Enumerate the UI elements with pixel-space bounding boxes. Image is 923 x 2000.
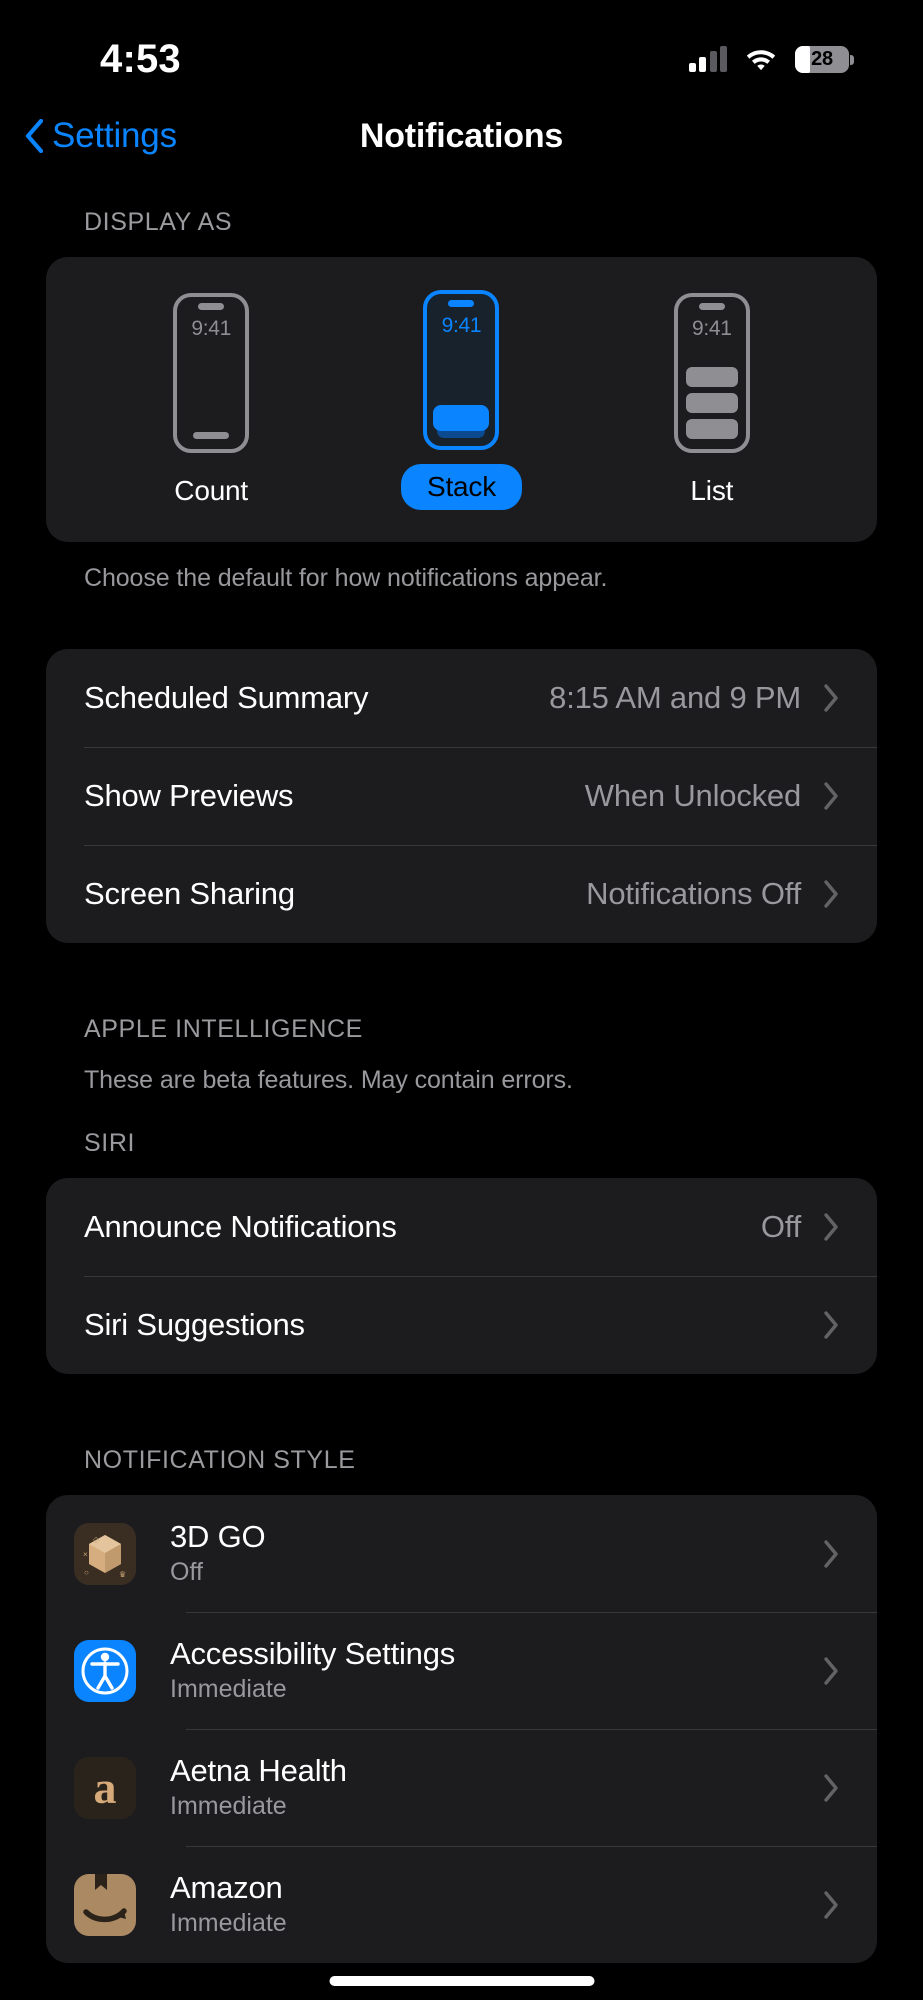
app-name-amazon: Amazon [170, 1870, 283, 1906]
count-phone-icon: 9:41 [173, 292, 250, 453]
home-indicator[interactable] [329, 1976, 594, 1986]
display-option-stack[interactable]: 9:41 Stack [386, 289, 536, 510]
cellular-signal-icon [688, 46, 727, 72]
chevron-right-icon [824, 1311, 838, 1339]
notification-style-card: ◇ × ○ ♛ 3D GO Off Accessibility Settings… [46, 1495, 877, 1963]
row-announce-notifications-label: Announce Notifications [84, 1209, 397, 1244]
app-name-3d-go: 3D GO [170, 1519, 266, 1555]
chevron-right-icon [824, 782, 838, 810]
row-announce-notifications-value: Off [760, 1209, 801, 1244]
app-status-aetna-health: Immediate [170, 1792, 287, 1821]
row-screen-sharing-label: Screen Sharing [84, 876, 295, 911]
row-scheduled-summary-label: Scheduled Summary [84, 680, 369, 715]
display-option-count-label: Count [174, 474, 249, 506]
app-name-aetna-health: Aetna Health [170, 1753, 347, 1789]
display-option-stack-label: Stack [400, 463, 522, 510]
app-status-accessibility-settings: Immediate [170, 1675, 287, 1704]
row-screen-sharing-value: Notifications Off [586, 876, 801, 911]
navigation-bar: Settings Notifications [0, 100, 923, 172]
row-announce-notifications[interactable]: Announce Notifications Off [46, 1178, 877, 1276]
aetna-health-app-icon: a [74, 1756, 136, 1819]
wifi-icon [746, 50, 776, 71]
apple-intelligence-section-header: APPLE INTELLIGENCE [84, 1015, 363, 1043]
row-scheduled-summary[interactable]: Scheduled Summary 8:15 AM and 9 PM [46, 649, 877, 747]
chevron-right-icon [824, 684, 838, 712]
stack-phone-icon: 9:41 [423, 289, 500, 450]
chevron-right-icon [824, 1213, 838, 1241]
status-bar-time: 4:53 [100, 37, 181, 81]
siri-section-header: SIRI [84, 1129, 136, 1157]
chevron-right-icon [824, 1656, 838, 1685]
chevron-right-icon [824, 1890, 838, 1919]
row-show-previews-value: When Unlocked [584, 778, 801, 813]
display-option-count[interactable]: 9:41 Count [136, 292, 286, 507]
apple-intelligence-section-footer: These are beta features. May contain err… [84, 1066, 573, 1094]
list-phone-time: 9:41 [691, 316, 732, 340]
app-text-3d-go: 3D GO Off [170, 1520, 823, 1587]
list-phone-icon: 9:41 [673, 292, 750, 453]
app-row-accessibility-settings[interactable]: Accessibility Settings Immediate [46, 1612, 877, 1729]
svg-text:×: × [83, 1550, 88, 1559]
settings-content: DISPLAY AS 9:41 Count 9:41 Stack 9:41 Li… [0, 172, 923, 2000]
amazon-app-icon [74, 1873, 136, 1936]
count-phone-time: 9:41 [191, 316, 231, 340]
app-status-3d-go: Off [170, 1558, 203, 1587]
display-as-section-header: DISPLAY AS [84, 208, 233, 236]
chevron-right-icon [824, 1539, 838, 1568]
siri-card: Announce Notifications Off Siri Suggesti… [46, 1178, 877, 1374]
row-show-previews[interactable]: Show Previews When Unlocked [46, 747, 877, 845]
notification-settings-card: Scheduled Summary 8:15 AM and 9 PM Show … [46, 649, 877, 943]
app-text-accessibility-settings: Accessibility Settings Immediate [170, 1637, 823, 1704]
row-siri-suggestions-label: Siri Suggestions [84, 1307, 305, 1342]
display-option-list-label: List [690, 474, 734, 506]
3d-go-app-icon: ◇ × ○ ♛ [74, 1522, 136, 1585]
app-text-aetna-health: Aetna Health Immediate [170, 1754, 823, 1821]
app-status-amazon: Immediate [170, 1909, 287, 1938]
stack-phone-time: 9:41 [441, 313, 482, 337]
status-bar-indicators: 28 [688, 45, 872, 73]
accessibility-app-icon [74, 1639, 136, 1702]
row-scheduled-summary-value: 8:15 AM and 9 PM [549, 680, 801, 715]
aetna-glyph: a [93, 1761, 117, 1813]
battery-percent-label: 28 [811, 47, 833, 70]
row-show-previews-label: Show Previews [84, 778, 294, 813]
chevron-right-icon [824, 880, 838, 908]
row-siri-suggestions[interactable]: Siri Suggestions [46, 1276, 877, 1374]
app-text-amazon: Amazon Immediate [170, 1871, 823, 1938]
display-as-section-footer: Choose the default for how notifications… [84, 564, 608, 592]
notification-style-section-header: NOTIFICATION STYLE [84, 1446, 356, 1474]
battery-icon: 28 [795, 45, 854, 73]
display-as-card: 9:41 Count 9:41 Stack 9:41 List [46, 257, 877, 542]
display-option-list[interactable]: 9:41 List [637, 292, 787, 507]
app-row-amazon[interactable]: Amazon Immediate [46, 1846, 877, 1963]
svg-text:♛: ♛ [119, 1570, 126, 1579]
svg-text:○: ○ [84, 1568, 89, 1577]
app-row-aetna-health[interactable]: a Aetna Health Immediate [46, 1729, 877, 1846]
iphone-screen: 4:53 28 Settings Notifications DISPLAY A… [0, 0, 923, 2000]
chevron-right-icon [824, 1773, 838, 1802]
svg-text:◇: ◇ [93, 1535, 100, 1544]
app-row-3d-go[interactable]: ◇ × ○ ♛ 3D GO Off [46, 1495, 877, 1612]
row-screen-sharing[interactable]: Screen Sharing Notifications Off [46, 845, 877, 943]
app-name-accessibility-settings: Accessibility Settings [170, 1636, 456, 1672]
status-bar: 4:53 28 [0, 0, 923, 100]
page-title: Notifications [359, 116, 564, 155]
